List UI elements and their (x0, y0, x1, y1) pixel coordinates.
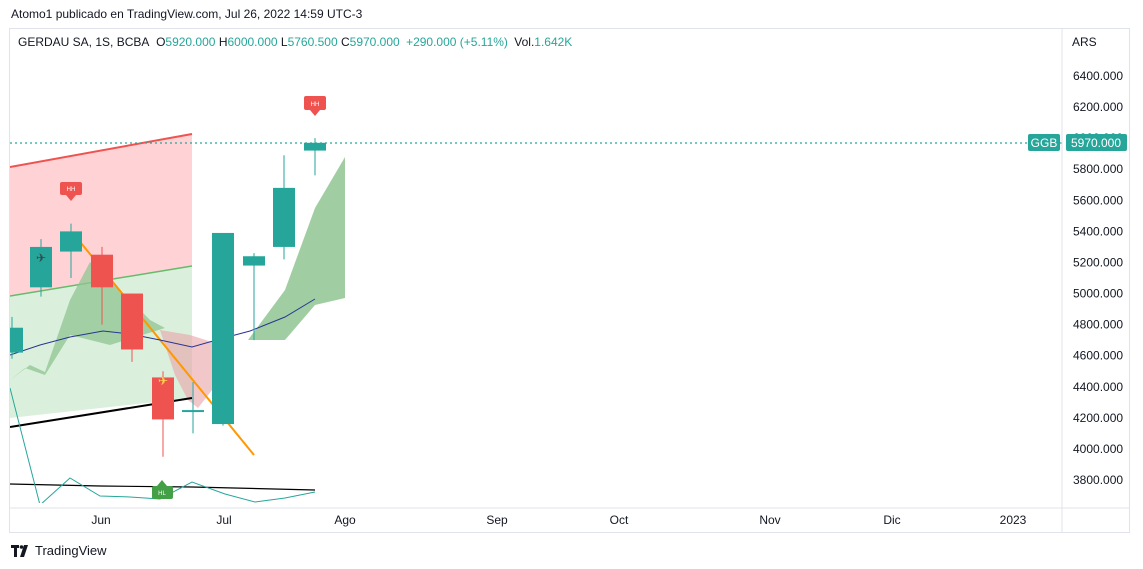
time-tick-label: Oct (610, 513, 629, 527)
price-tick-label: 5600.000 (1073, 193, 1123, 207)
plane-icon: ✈ (36, 251, 46, 265)
price-tick-label: 5000.000 (1073, 287, 1123, 301)
footer-brand: TradingView (11, 543, 107, 558)
candle-body (273, 187, 295, 247)
price-tick-label: 4800.000 (1073, 318, 1123, 332)
price-tick-label: 5400.000 (1073, 224, 1123, 238)
last-price-badge: GGB 5970.000 (1028, 134, 1127, 151)
price-tick-label: 5800.000 (1073, 162, 1123, 176)
tradingview-logo-icon (11, 544, 28, 557)
plane-icon: ✈ (158, 374, 168, 388)
candle-body (212, 232, 234, 425)
time-tick-label: 2023 (1000, 513, 1027, 527)
price-tick-label: 4400.000 (1073, 380, 1123, 394)
candle (273, 155, 295, 260)
candle-body (121, 293, 143, 350)
candle (212, 232, 234, 426)
hh-marker: HH (304, 96, 326, 116)
price-tick-label: 5200.000 (1073, 255, 1123, 269)
time-tick-label: Jun (91, 513, 110, 527)
candle-body (182, 410, 204, 413)
price-tick-label: 4600.000 (1073, 349, 1123, 363)
candle-body (10, 327, 23, 353)
candle-body (91, 254, 113, 288)
time-tick-label: Dic (883, 513, 900, 527)
time-tick-label: Sep (486, 513, 508, 527)
candle-body (304, 142, 326, 151)
time-tick-label: Nov (759, 513, 780, 527)
cloud-green-right (248, 157, 345, 340)
time-axis[interactable]: Jun Jul Ago Sep Oct Nov Dic 2023 (91, 513, 1026, 527)
hh-label: HH (67, 187, 76, 193)
price-axis[interactable]: 6400.0006200.0006000.0005800.0005600.000… (1073, 69, 1123, 487)
hl-label: HL (158, 491, 166, 497)
price-tick-label: 4000.000 (1073, 442, 1123, 456)
price-tick-label: 6200.000 (1073, 100, 1123, 114)
hh-label: HH (311, 102, 320, 108)
time-tick-label: Ago (334, 513, 356, 527)
brand-label: TradingView (35, 543, 107, 558)
price-tick-label: 6400.000 (1073, 69, 1123, 83)
price-chart[interactable]: ✈ ✈ HH HH HL 6400.0006200.0006000.000580… (0, 0, 1143, 569)
candle (304, 138, 326, 176)
candle-body (243, 256, 265, 266)
price-tick-label: 3800.000 (1073, 473, 1123, 487)
last-price-value: 5970.000 (1071, 136, 1121, 150)
candle-body (60, 231, 82, 252)
hl-marker: HL (152, 480, 173, 499)
last-price-symbol: GGB (1031, 136, 1058, 150)
price-tick-label: 4200.000 (1073, 411, 1123, 425)
time-tick-label: Jul (216, 513, 231, 527)
